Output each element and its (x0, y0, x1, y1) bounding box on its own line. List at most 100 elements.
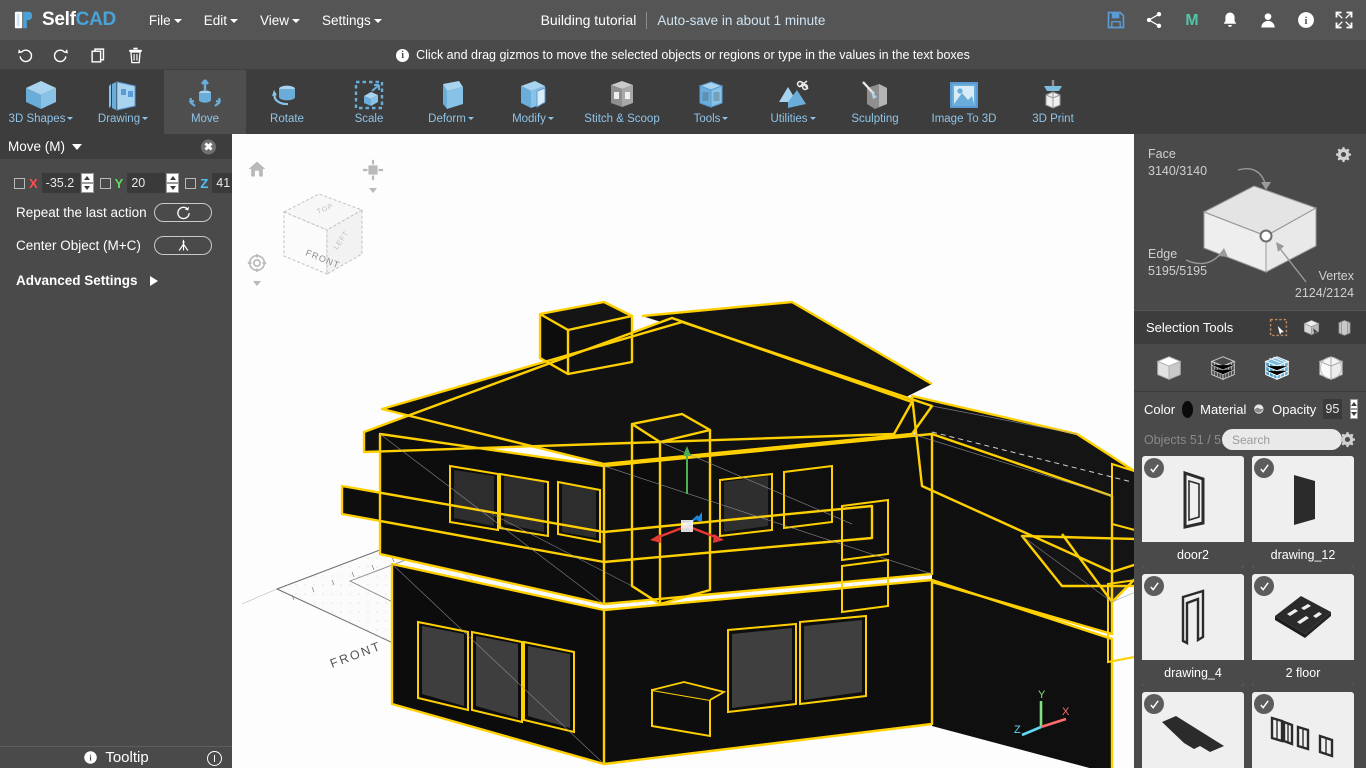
notifications-bell-icon[interactable] (1220, 10, 1240, 30)
menu-view[interactable]: View (249, 7, 311, 34)
axis-y-label: Y (114, 175, 124, 191)
ribbon-scale[interactable]: Scale (328, 70, 410, 134)
utilities-icon (775, 76, 811, 114)
objects-search-input[interactable]: Search (1222, 429, 1342, 450)
ribbon-sculpting[interactable]: Sculpting (834, 70, 916, 134)
region-select-icon[interactable] (1335, 318, 1354, 337)
repeat-last-action-label: Repeat the last action (16, 205, 147, 220)
chevron-down-icon (67, 117, 74, 121)
title-divider (646, 11, 648, 29)
view-cube[interactable]: FRONT TOP LEFT (274, 182, 374, 287)
menu-settings[interactable]: Settings (311, 7, 393, 34)
ribbon-deform[interactable]: Deform (410, 70, 492, 134)
info-icon[interactable]: i (1296, 10, 1316, 30)
orbit-view-button[interactable] (246, 252, 268, 286)
axis-orientation-gizmo: Y X Z (1010, 685, 1072, 748)
object-select-icon[interactable] (1302, 318, 1321, 337)
advanced-settings-toggle[interactable]: Advanced Settings (0, 273, 232, 288)
user-account-icon[interactable] (1258, 10, 1278, 30)
object-card-windows[interactable] (1252, 692, 1354, 768)
shaded-wireframe-view-icon[interactable] (1260, 352, 1294, 384)
opacity-input[interactable]: 95 (1323, 399, 1342, 419)
menu-edit[interactable]: Edit (193, 7, 249, 34)
ribbon-rotate[interactable]: Rotate (246, 70, 328, 134)
move-icon (187, 76, 223, 114)
axis-y-input[interactable]: 20 (127, 173, 166, 193)
drawing-icon (105, 76, 141, 114)
opacity-stepper[interactable] (1349, 399, 1358, 419)
ribbon-tools[interactable]: Tools (670, 70, 752, 134)
repeat-last-action-button[interactable] (154, 203, 212, 222)
object-card-drawing_4[interactable]: drawing_4 (1142, 574, 1244, 686)
wireframe-view-icon[interactable] (1206, 352, 1240, 384)
axis-label-y: Y (1038, 689, 1046, 701)
home-view-button[interactable] (246, 159, 268, 184)
tooltip-bar: i Tooltip (0, 746, 232, 768)
object-card-beam[interactable] (1142, 692, 1244, 768)
ribbon-3d-shapes[interactable]: 3D Shapes (0, 70, 82, 134)
hint-text: Click and drag gizmos to move the select… (416, 48, 970, 62)
object-visibility-checkbox[interactable] (1144, 458, 1164, 478)
color-swatch[interactable] (1182, 400, 1194, 418)
tooltip-label: Tooltip (105, 749, 149, 766)
close-icon[interactable]: ✖ (201, 139, 216, 154)
document-title[interactable]: Building tutorial (541, 12, 637, 28)
object-visibility-checkbox[interactable] (1254, 458, 1274, 478)
ribbon-stitch-scoop[interactable]: Stitch & Scoop (574, 70, 670, 134)
color-label: Color (1144, 401, 1176, 417)
autosave-status: Auto-save in about 1 minute (657, 12, 826, 28)
menu-file[interactable]: File (138, 7, 193, 34)
axis-y-checkbox[interactable] (99, 177, 111, 189)
power-toggle-icon[interactable] (207, 751, 222, 766)
axis-y-stepper[interactable] (166, 173, 180, 193)
object-visibility-checkbox[interactable] (1144, 694, 1164, 714)
advanced-settings-label: Advanced Settings (16, 273, 138, 288)
chevron-down-icon (173, 18, 182, 23)
check-icon (1259, 463, 1269, 473)
chevron-down-icon (229, 18, 238, 23)
object-visibility-checkbox[interactable] (1144, 576, 1164, 596)
chevron-down-icon (142, 117, 149, 121)
center-object-button[interactable] (154, 236, 212, 255)
rectangle-select-icon[interactable] (1269, 318, 1288, 337)
windows-thumb (1270, 716, 1334, 758)
transparent-view-icon[interactable] (1314, 352, 1348, 384)
ribbon-image-to-3d-label: Image To 3D (931, 113, 997, 125)
object-card-door2[interactable]: door2 (1142, 456, 1244, 568)
object-visibility-checkbox[interactable] (1254, 694, 1274, 714)
ribbon-image-to-3d[interactable]: Image To 3D (916, 70, 1012, 134)
axis-x-checkbox[interactable] (14, 177, 25, 189)
settings-gear-icon[interactable] (1335, 146, 1352, 168)
object-card-drawing_12[interactable]: drawing_12 (1252, 456, 1354, 568)
chevron-down-icon[interactable] (72, 143, 82, 150)
objects-grid: door2 drawing_12 drawing_4 2 floor (1134, 450, 1366, 768)
axis-x-input[interactable]: -35.2 (41, 173, 80, 193)
ribbon-drawing[interactable]: Drawing (82, 70, 164, 134)
check-icon (1259, 699, 1269, 709)
material-sphere-icon[interactable] (1253, 400, 1265, 418)
object-visibility-checkbox[interactable] (1254, 576, 1274, 596)
save-icon[interactable] (1106, 10, 1126, 30)
ribbon-3d-print[interactable]: 3D Print (1012, 70, 1094, 134)
ribbon-modify[interactable]: Modify (492, 70, 574, 134)
stitch-scoop-icon (604, 76, 640, 114)
axis-z-checkbox[interactable] (185, 177, 197, 189)
door-frame-thumb (1183, 470, 1205, 529)
app-logo[interactable]: SelfCAD (14, 9, 116, 31)
center-object-row: Center Object (M+C) (0, 232, 232, 259)
selfcad-logo-icon (14, 11, 33, 29)
3d-viewport[interactable]: FRONT RIGHT (232, 134, 1134, 768)
m-logo-icon[interactable]: M (1182, 10, 1202, 30)
share-icon[interactable] (1144, 10, 1164, 30)
object-card-2-floor[interactable]: 2 floor (1252, 574, 1354, 686)
ribbon-utilities[interactable]: Utilities (752, 70, 834, 134)
chevron-down-icon[interactable] (253, 281, 261, 286)
ribbon-move[interactable]: Move (164, 70, 246, 134)
door-outline-thumb (1181, 589, 1205, 645)
tooltip-info-icon: i (84, 751, 98, 764)
solid-view-icon[interactable] (1152, 352, 1186, 384)
object-name: 2 floor (1252, 660, 1354, 686)
ribbon-label-text: Drawing (97, 113, 141, 125)
fullscreen-icon[interactable] (1334, 10, 1354, 30)
axis-x-stepper[interactable] (80, 173, 94, 193)
